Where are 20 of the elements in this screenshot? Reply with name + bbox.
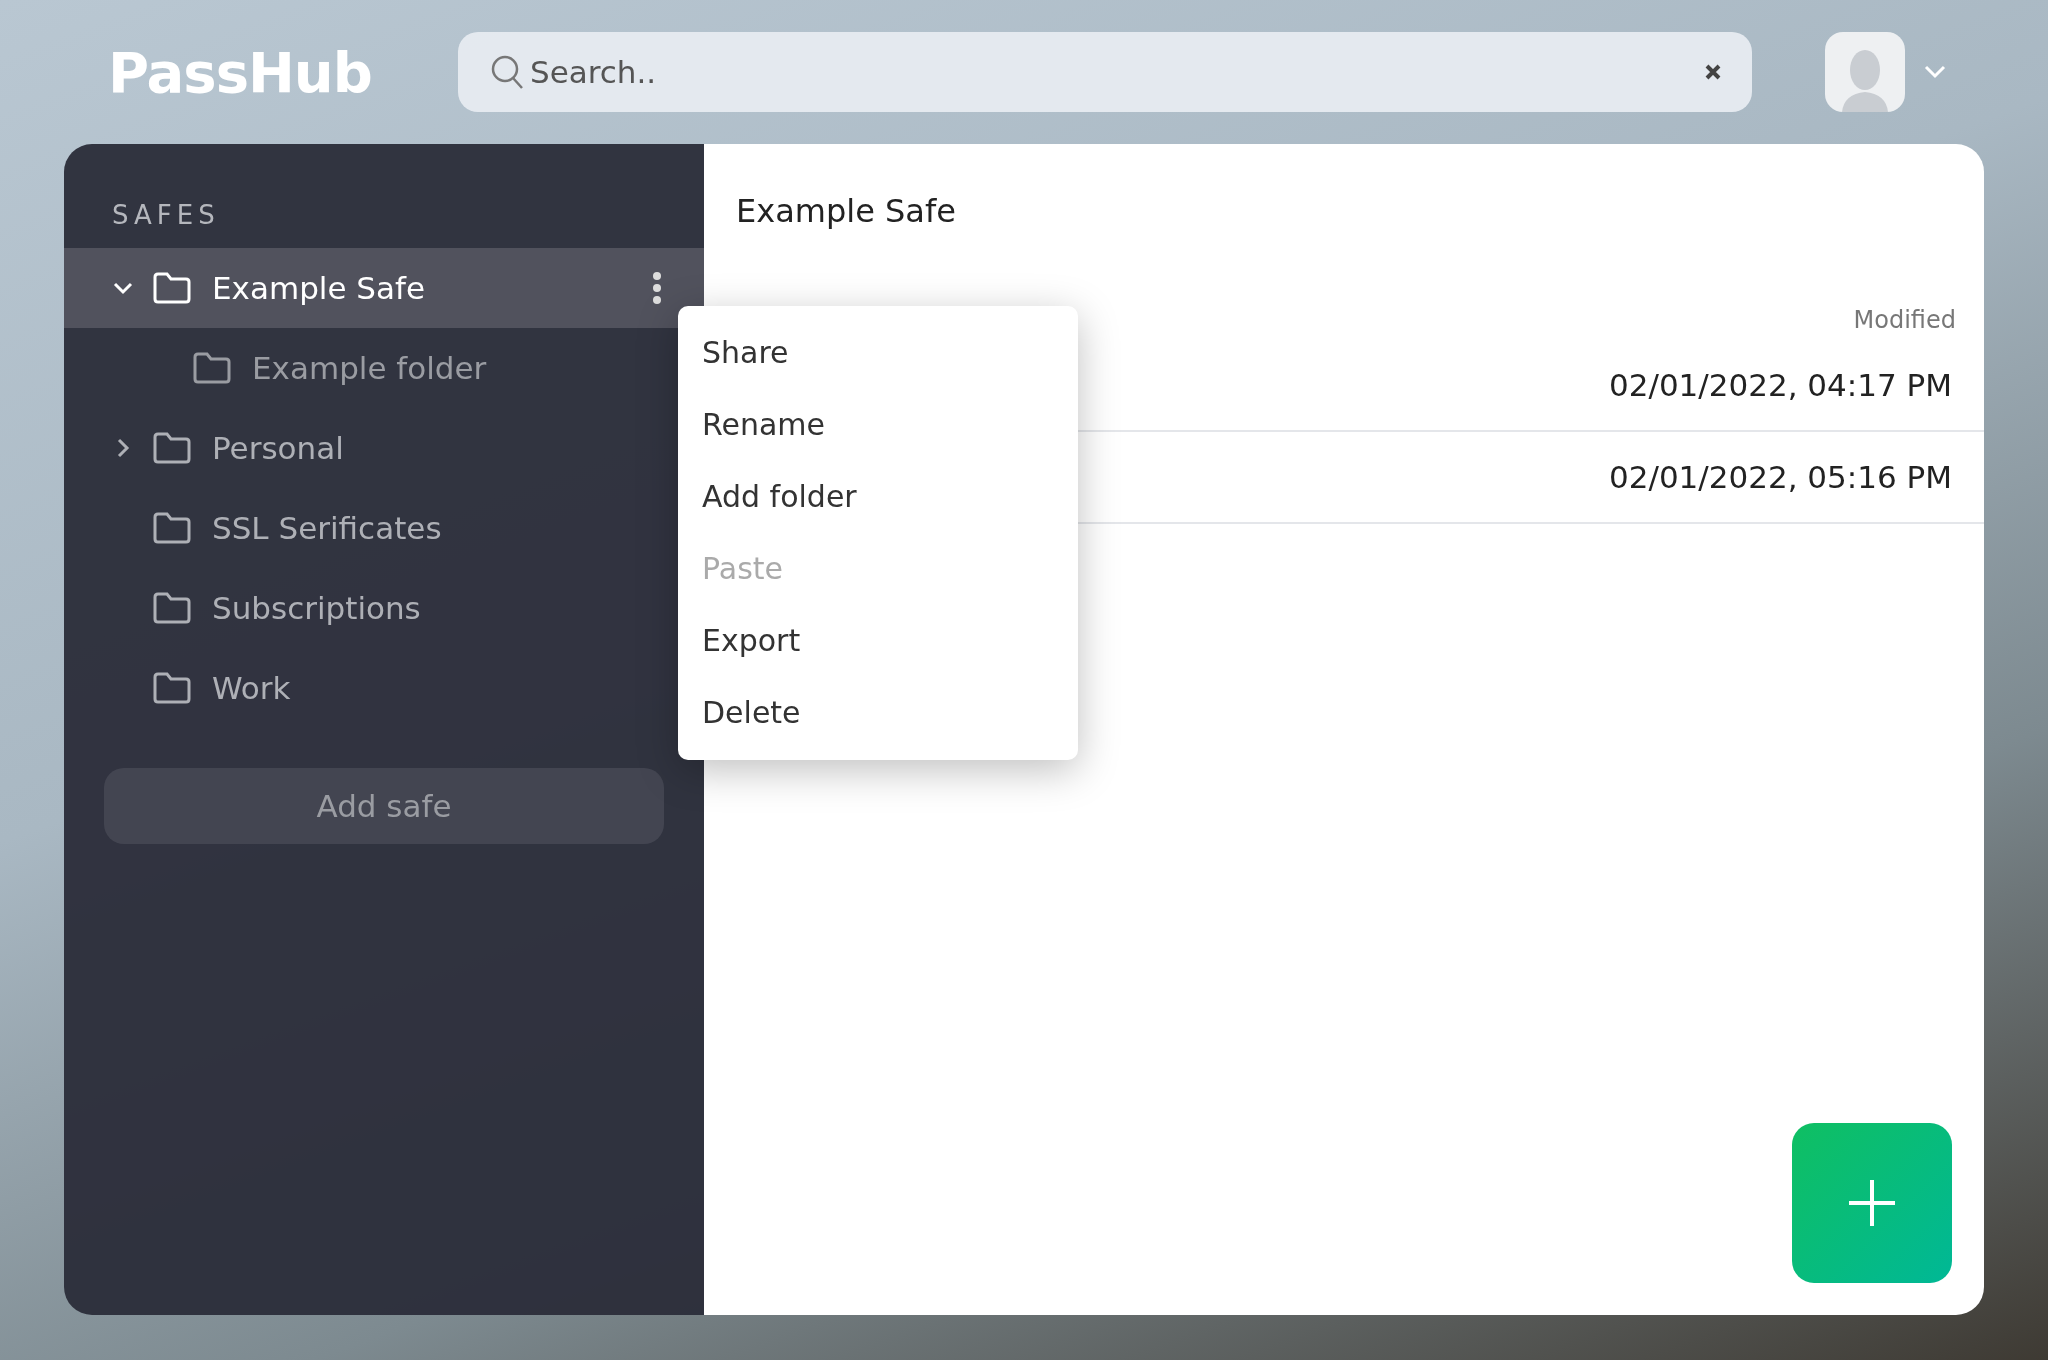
folder-icon	[152, 591, 192, 625]
folder-icon	[152, 671, 192, 705]
table-cell: 02/01/2022, 05:16 PM	[1609, 459, 1952, 495]
clear-icon[interactable]	[1704, 63, 1722, 81]
table-cell: 02/01/2022, 04:17 PM	[1609, 367, 1952, 403]
add-safe-button[interactable]: Add safe	[104, 768, 664, 844]
search-icon	[490, 54, 524, 90]
safe-title: Example Safe	[735, 192, 957, 232]
folder-icon	[152, 271, 192, 305]
folder-icon	[192, 351, 232, 385]
logo: PassHub	[107, 39, 373, 105]
section-heading: SAFES	[111, 200, 221, 230]
search-bar[interactable]: Search..	[458, 32, 1752, 112]
more-icon[interactable]	[652, 271, 662, 305]
folder-icon	[152, 431, 192, 465]
folder-icon	[152, 511, 192, 545]
column-header: Modified	[1853, 306, 1956, 334]
plus-icon	[1847, 1178, 1897, 1228]
safe-item[interactable]: Example Safe	[64, 248, 704, 328]
search-field[interactable]: Search..	[528, 53, 1700, 91]
